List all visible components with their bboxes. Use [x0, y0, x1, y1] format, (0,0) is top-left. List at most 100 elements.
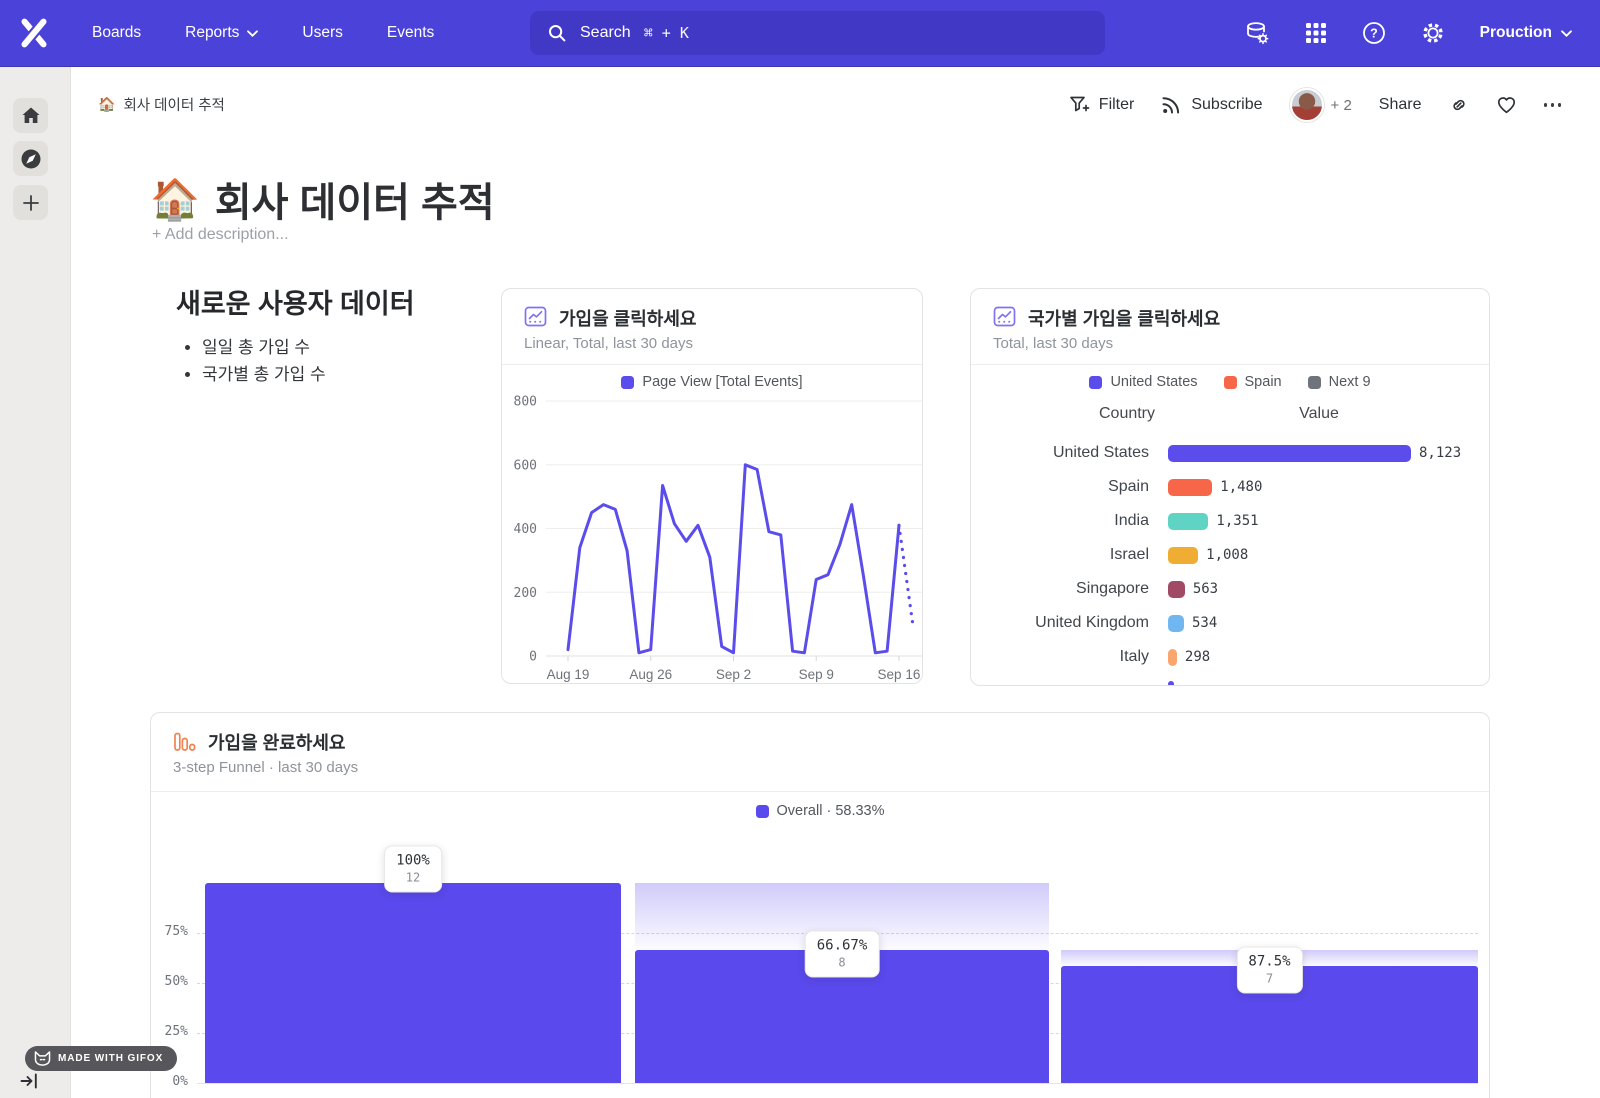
- help-button[interactable]: ?: [1362, 21, 1386, 45]
- subscribe-button[interactable]: Subscribe: [1161, 95, 1262, 115]
- funnel-y-label: 75%: [151, 924, 188, 939]
- breadcrumb-label: 회사 데이터 추적: [123, 94, 224, 115]
- country-bar[interactable]: [1168, 445, 1411, 462]
- funnel-step-count: 12: [396, 871, 430, 885]
- page-title-emoji: 🏠: [150, 176, 200, 223]
- country-bar[interactable]: [1168, 615, 1184, 632]
- svg-text:Aug 26: Aug 26: [629, 667, 672, 682]
- funnel-bar: [205, 883, 621, 1083]
- text-widget-list: 일일 총 가입 수 국가별 총 가입 수: [184, 334, 326, 388]
- search-placeholder: Search: [580, 24, 631, 42]
- card-signup-clicks[interactable]: 가입을 클릭하세요 Linear, Total, last 30 days Pa…: [501, 288, 923, 684]
- svg-text:200: 200: [514, 586, 537, 601]
- nav-right-group: ? Prouction: [1244, 0, 1572, 66]
- country-bar[interactable]: [1168, 547, 1198, 564]
- arrow-to-bar-icon: [19, 1071, 39, 1091]
- apps-grid-button[interactable]: [1305, 22, 1327, 44]
- card-title[interactable]: 국가별 가입을 클릭하세요: [1028, 305, 1220, 331]
- chevron-down-icon: [247, 30, 258, 37]
- line-legend: Page View [Total Events]: [502, 374, 922, 390]
- filter-plus-icon: [1069, 95, 1090, 115]
- mixpanel-logo[interactable]: [15, 14, 53, 52]
- line-legend-dot: [621, 376, 634, 389]
- nav-item-users[interactable]: Users: [302, 24, 342, 42]
- country-bar[interactable]: [1168, 649, 1177, 666]
- collaborators[interactable]: + 2: [1290, 88, 1352, 122]
- funnel-step-label: 87.5%7: [1236, 947, 1302, 994]
- settings-button[interactable]: [1421, 21, 1445, 45]
- svg-text:Sep 16: Sep 16: [878, 667, 921, 682]
- heart-icon: [1496, 95, 1517, 115]
- help-icon: ?: [1362, 21, 1386, 45]
- sidebar-add-button[interactable]: [13, 185, 48, 220]
- svg-text:800: 800: [514, 395, 537, 410]
- legend-item[interactable]: Spain: [1224, 374, 1282, 390]
- country-value: 563: [1193, 581, 1218, 597]
- plus-icon: [22, 194, 40, 212]
- country-label: India: [971, 512, 1149, 530]
- page-title-text: 회사 데이터 추적: [215, 170, 495, 228]
- legend-item[interactable]: Page View [Total Events]: [621, 374, 802, 390]
- country-rows: United States8,123Spain1,480India1,351Is…: [971, 436, 1489, 685]
- favorite-button[interactable]: [1496, 95, 1517, 115]
- country-row[interactable]: Spain1,480: [971, 470, 1489, 504]
- country-bar[interactable]: [1168, 479, 1212, 496]
- funnel-step-label: 66.67%8: [805, 930, 880, 977]
- data-management-button[interactable]: [1244, 20, 1270, 46]
- card-subtitle: Total, last 30 days: [993, 335, 1113, 352]
- nav-item-reports[interactable]: Reports: [185, 24, 258, 42]
- country-bar[interactable]: [1168, 513, 1208, 530]
- project-name: Prouction: [1480, 24, 1552, 42]
- country-row[interactable]: India1,351: [971, 504, 1489, 538]
- filter-button[interactable]: Filter: [1069, 95, 1135, 115]
- chevron-down-icon: [1561, 30, 1572, 37]
- country-row[interactable]: Italy298: [971, 640, 1489, 674]
- country-row[interactable]: Singapore 563: [971, 572, 1489, 606]
- avatar: [1290, 88, 1324, 122]
- country-row[interactable]: United Kingdom534: [971, 606, 1489, 640]
- collaborator-count: + 2: [1331, 97, 1352, 114]
- country-label: Singapore: [971, 580, 1149, 598]
- country-bar[interactable]: [1168, 581, 1185, 598]
- subscribe-label: Subscribe: [1191, 96, 1262, 114]
- project-switcher[interactable]: Prouction: [1480, 24, 1572, 42]
- home-icon: [21, 106, 41, 126]
- country-label: Italy: [971, 648, 1149, 666]
- more-options-button[interactable]: [1544, 99, 1562, 111]
- nav-item-boards[interactable]: Boards: [92, 24, 141, 42]
- country-row[interactable]: United States8,123: [971, 436, 1489, 470]
- link-icon: [1449, 95, 1469, 115]
- grid-icon: [1305, 22, 1327, 44]
- add-description-button[interactable]: + Add description...: [152, 226, 289, 244]
- card-title[interactable]: 가입을 클릭하세요: [559, 305, 696, 331]
- share-button[interactable]: Share: [1379, 96, 1422, 114]
- copy-link-button[interactable]: [1449, 95, 1469, 115]
- breadcrumb[interactable]: 🏠 회사 데이터 추적: [98, 94, 225, 115]
- search-input[interactable]: Search ⌘ + K: [530, 11, 1105, 55]
- card-signups-by-country[interactable]: 국가별 가입을 클릭하세요 Total, last 30 days United…: [970, 288, 1490, 686]
- card-signup-funnel[interactable]: 가입을 완료하세요 3-step Funnel · last 30 days O…: [150, 712, 1490, 1098]
- svg-text:600: 600: [514, 458, 537, 473]
- nav-item-reports-label: Reports: [185, 24, 239, 42]
- primary-nav: Boards Reports Users Events: [92, 0, 434, 66]
- legend-label: Next 9: [1329, 374, 1371, 390]
- country-row[interactable]: Israel1,008: [971, 538, 1489, 572]
- legend-item[interactable]: United States: [1089, 374, 1197, 390]
- page-title[interactable]: 🏠 회사 데이터 추적: [150, 170, 495, 228]
- legend-item[interactable]: Next 9: [1308, 374, 1371, 390]
- country-label: Israel: [971, 546, 1149, 564]
- funnel-y-label: 25%: [151, 1024, 188, 1039]
- gear-icon: [1421, 21, 1445, 45]
- svg-text:0: 0: [529, 650, 537, 665]
- sidebar-home-button[interactable]: [13, 98, 48, 133]
- country-legend: United States Spain Next 9: [971, 374, 1489, 390]
- board-emoji: 🏠: [98, 96, 115, 113]
- expand-sidebar-button[interactable]: [19, 1071, 39, 1096]
- line-chart: 0200400600800Aug 19Aug 26Sep 2Sep 9Sep 1…: [502, 389, 923, 684]
- sidebar-discover-button[interactable]: [13, 141, 48, 176]
- funnel-step-count: 7: [1248, 972, 1290, 986]
- column-value: Value: [1168, 405, 1470, 423]
- line-chart-icon: [993, 305, 1016, 333]
- nav-item-events[interactable]: Events: [387, 24, 434, 42]
- divider: [971, 364, 1489, 365]
